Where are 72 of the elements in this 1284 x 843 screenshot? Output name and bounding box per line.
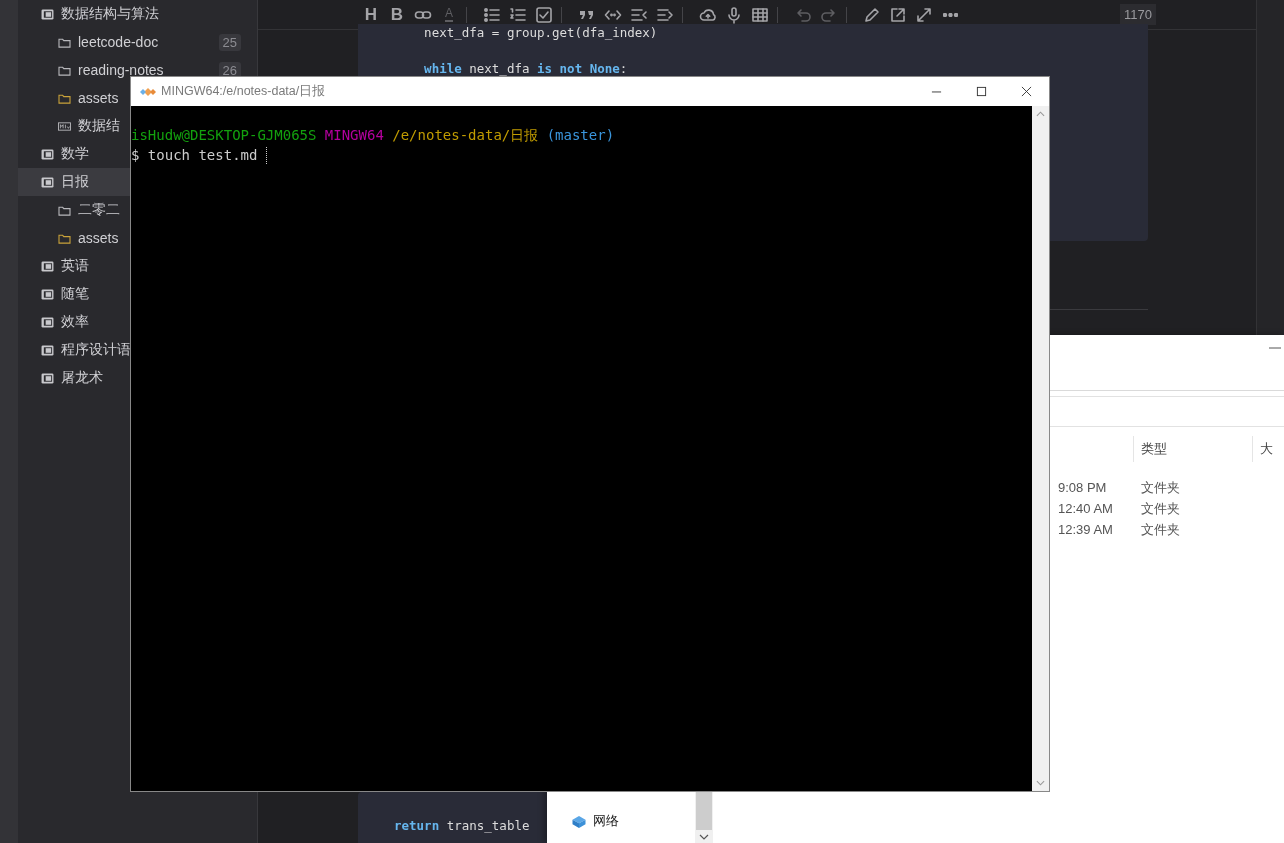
table-button[interactable] — [751, 5, 769, 24]
terminal-text: MINGW64 — [324, 126, 384, 145]
sidebar-item[interactable]: reading-notes — [18, 56, 166, 84]
mic-button[interactable] — [725, 5, 743, 24]
checkbox-icon — [535, 5, 553, 24]
code-line: while next_dfa is not None: — [423, 60, 628, 77]
notebook-icon — [41, 260, 54, 272]
table-cell-text: 9:08 PM — [1057, 480, 1108, 495]
folder-icon — [58, 204, 71, 216]
microphone-icon — [725, 5, 743, 24]
sidebar-item[interactable]: 英语 — [18, 252, 130, 280]
scrollbar[interactable] — [695, 792, 713, 843]
sidebar-item[interactable]: 随笔 — [18, 280, 130, 308]
pencil-icon — [863, 5, 881, 24]
task-button[interactable] — [535, 5, 553, 24]
numbered-list-icon — [509, 5, 527, 24]
folder-icon — [58, 36, 71, 48]
expand-icon — [915, 5, 933, 24]
more-icon — [942, 12, 958, 17]
sidebar-item[interactable]: 数据结 — [18, 112, 130, 140]
close-icon[interactable] — [1021, 86, 1032, 97]
notebook-icon — [41, 148, 54, 160]
open-external-button[interactable] — [889, 5, 907, 24]
folder-icon — [58, 92, 71, 104]
table-cell-text: 文件夹 — [1140, 520, 1180, 539]
notebook-icon — [41, 344, 54, 356]
bullet-list-button[interactable] — [483, 5, 501, 24]
bold-button[interactable]: B — [388, 5, 406, 24]
table-icon — [751, 5, 769, 24]
notebook-icon — [41, 372, 54, 384]
notebook-icon — [41, 316, 54, 328]
network-icon — [571, 814, 587, 828]
notebook-icon — [41, 8, 54, 20]
markdown-file-icon — [58, 120, 71, 132]
code-line: next_dfa = group.get(dfa_index) — [423, 24, 658, 41]
ordered-list-button[interactable] — [509, 5, 527, 24]
window-title: MINGW64:/e/notes-data/日报 — [161, 83, 327, 100]
nav-item[interactable]: 网络 — [547, 807, 695, 835]
sidebar-item[interactable]: 程序设计语 — [18, 336, 133, 364]
sidebar-item[interactable]: 日报 — [18, 168, 130, 196]
terminal-text: isHudw@DESKTOP-GJM065S — [131, 126, 317, 145]
folder-icon — [58, 64, 71, 76]
table-cell-text: 文件夹 — [1140, 478, 1180, 497]
fullscreen-button[interactable] — [915, 5, 933, 24]
scroll-down-icon[interactable] — [699, 834, 709, 840]
terminal-text: /e/notes-data/日报 — [392, 126, 539, 145]
maximize-icon[interactable] — [976, 86, 987, 97]
sidebar-item[interactable]: assets — [18, 224, 130, 252]
sidebar-item[interactable]: assets — [18, 84, 130, 112]
table-cell-text: 12:39 AM — [1057, 522, 1114, 537]
sidebar-item[interactable]: 数据结构与算法 — [18, 0, 161, 28]
sidebar-item[interactable]: leetcode-doc — [18, 28, 161, 56]
notebook-icon — [41, 176, 54, 188]
sidebar-item[interactable]: 二零二 — [18, 196, 130, 224]
column-header[interactable]: 大 — [1252, 436, 1284, 462]
table-cell-text: 文件夹 — [1140, 499, 1180, 518]
bulleted-list-icon — [483, 5, 501, 24]
external-link-icon — [889, 5, 907, 24]
folder-icon — [58, 232, 71, 244]
terminal-text: (master) — [546, 126, 615, 145]
sidebar-item[interactable]: 数学 — [18, 140, 130, 168]
word-count: 1170 — [1120, 4, 1156, 25]
sidebar-item[interactable]: 效率 — [18, 308, 130, 336]
code-line: return trans_table — [394, 817, 530, 834]
note-count: 25 — [218, 33, 241, 51]
column-header[interactable]: 类型 — [1133, 436, 1252, 462]
terminal-text: $ touch test.md — [131, 146, 258, 165]
sidebar-item[interactable]: 屠龙术 — [18, 364, 130, 392]
table-cell-text: 12:40 AM — [1057, 501, 1114, 516]
edit-button[interactable] — [863, 5, 881, 24]
notebook-icon — [41, 288, 54, 300]
heading-button[interactable]: H — [362, 5, 380, 24]
